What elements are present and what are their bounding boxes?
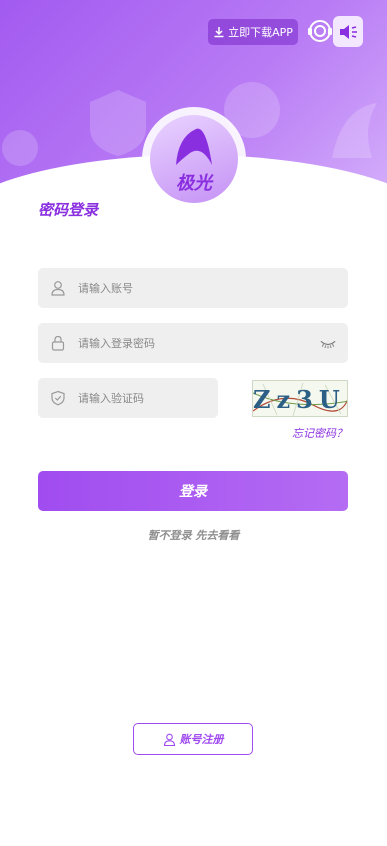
eye-closed-icon[interactable]: [320, 336, 336, 352]
download-app-button[interactable]: 立即下载APP: [208, 19, 298, 45]
account-field[interactable]: [38, 268, 348, 308]
brand-logo: 极光: [150, 115, 238, 203]
sound-toggle-button[interactable]: [333, 16, 363, 47]
login-mode-title: 密码登录: [38, 201, 99, 219]
password-field[interactable]: [38, 323, 348, 363]
brand-logo-ring: 极光: [142, 107, 246, 211]
shield-check-icon: [51, 390, 65, 406]
forgot-password-link[interactable]: 忘记密码？: [292, 425, 347, 441]
aurora-logo-icon: [176, 128, 212, 165]
captcha-field[interactable]: [38, 378, 218, 418]
lock-icon: [51, 335, 65, 351]
captcha-code: Zz3U5: [253, 385, 347, 414]
user-icon: [51, 281, 65, 296]
register-button[interactable]: 账号注册: [133, 723, 253, 755]
captcha-image[interactable]: Zz3U5: [252, 380, 348, 417]
customer-service-icon[interactable]: [307, 18, 333, 44]
skip-login-link[interactable]: 暂不登录 先去看看: [0, 527, 387, 543]
password-input[interactable]: [78, 336, 278, 350]
speaker-icon: [340, 24, 357, 39]
login-button[interactable]: 登录: [38, 471, 348, 511]
download-app-label: 立即下载APP: [228, 26, 293, 39]
captcha-input[interactable]: [78, 391, 198, 405]
club-crest-ball-icon: [2, 130, 38, 166]
user-icon: [163, 733, 175, 746]
club-crest-palace-icon: [332, 103, 377, 158]
club-crest-wolves-icon: [90, 90, 146, 156]
register-label: 账号注册: [179, 733, 224, 746]
account-input[interactable]: [78, 281, 278, 295]
brand-logo-text: 极光: [176, 173, 212, 194]
download-icon: [214, 27, 224, 38]
